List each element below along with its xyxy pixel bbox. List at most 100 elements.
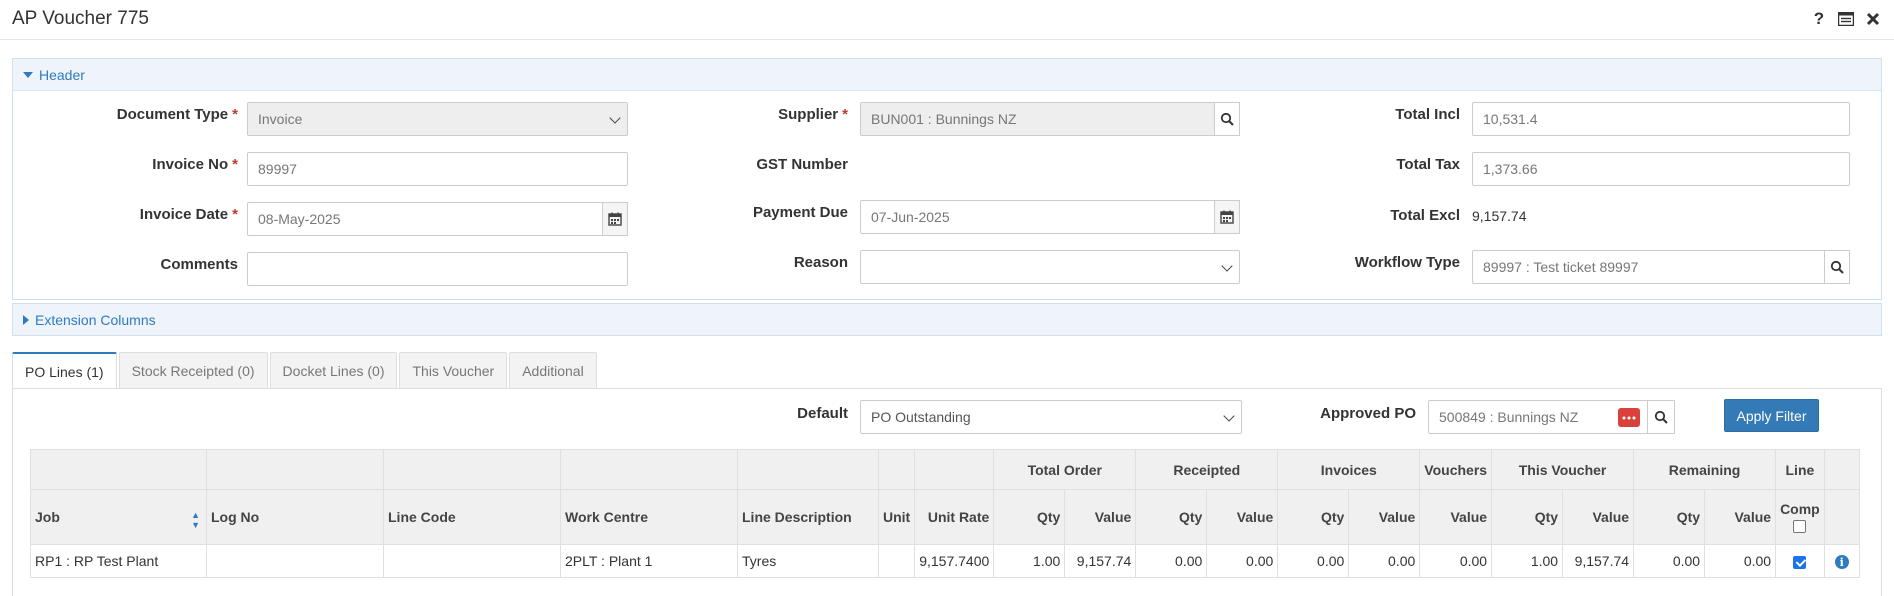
group-header-line: Line [1775, 449, 1825, 490]
close-icon[interactable] [1866, 12, 1884, 26]
group-header-this-voucher: This Voucher [1491, 449, 1635, 490]
document-type-select[interactable]: Invoice [247, 102, 628, 136]
select-all-comp-checkbox[interactable] [1793, 519, 1807, 533]
window-title: AP Voucher 775 [12, 8, 149, 29]
workflow-type-lookup[interactable]: 89997 : Test ticket 89997 [1472, 250, 1850, 284]
column-header-line-comp: Comp [1775, 489, 1825, 545]
approved-po-label: Approved PO [1320, 405, 1416, 422]
line-comp-checkbox[interactable] [1793, 555, 1807, 569]
search-icon[interactable] [1214, 102, 1240, 136]
cell-this-voucher-value[interactable]: 9,157.74 [1562, 544, 1635, 578]
reason-select[interactable] [860, 250, 1240, 284]
table-row[interactable]: RP1 : RP Test Plant 2PLT : Plant 1 Tyres… [30, 544, 1860, 578]
cell-remaining-value: 0.00 [1704, 544, 1777, 578]
comments-label: Comments [160, 256, 238, 273]
default-filter-label: Default [797, 405, 848, 422]
cell-job: RP1 : RP Test Plant [30, 544, 207, 578]
cell-info: i [1823, 544, 1860, 578]
cell-this-voucher-qty[interactable]: 1.00 [1491, 544, 1564, 578]
column-header-invoices-value[interactable]: Value [1348, 489, 1421, 545]
group-header-total-order: Total Order [993, 449, 1137, 490]
document-type-label: Document Type * [116, 106, 238, 123]
group-header-receipted: Receipted [1135, 449, 1279, 490]
info-icon[interactable]: i [1834, 555, 1849, 570]
sort-icon[interactable]: ▲ ▼ [191, 510, 200, 530]
column-header-unit-rate[interactable]: Unit Rate [914, 489, 995, 545]
column-header-this-voucher-value[interactable]: Value [1562, 489, 1635, 545]
group-header-remaining: Remaining [1633, 449, 1777, 490]
extension-columns-toggle[interactable]: Extension Columns [13, 304, 1881, 335]
cell-unit-rate: 9,157.7400 [914, 544, 995, 578]
search-icon[interactable] [1647, 400, 1675, 434]
grid-header-row: Job ▲ ▼ Log No Line Code Work Centre Line … [30, 489, 1860, 545]
group-header-vouchers: Vouchers [1419, 449, 1493, 490]
column-header-unit[interactable]: Unit [877, 489, 916, 545]
column-header-receipted-value[interactable]: Value [1206, 489, 1279, 545]
calendar-icon[interactable] [602, 202, 628, 236]
tab-po-lines[interactable]: PO Lines (1) [12, 352, 117, 389]
invoice-date-input[interactable]: 08-May-2025 [247, 202, 628, 236]
clear-icon[interactable] [1618, 408, 1640, 427]
tab-additional[interactable]: Additional [509, 352, 597, 388]
header-panel-title: Header [39, 66, 85, 83]
help-icon[interactable]: ? [1810, 9, 1828, 29]
column-header-line-description[interactable]: Line Description [737, 489, 879, 545]
cell-line-description: Tyres [737, 544, 879, 578]
cell-invoices-qty: 0.00 [1277, 544, 1350, 578]
extension-columns-panel: Extension Columns [12, 303, 1882, 336]
extension-columns-title: Extension Columns [35, 311, 156, 328]
workflow-type-label: Workflow Type [1354, 254, 1460, 271]
cell-total-order-value: 9,157.74 [1064, 544, 1137, 578]
apply-filter-button[interactable]: Apply Filter [1724, 399, 1819, 432]
column-header-job[interactable]: Job ▲ ▼ [30, 489, 207, 545]
column-header-remaining-value[interactable]: Value [1704, 489, 1777, 545]
cell-work-centre: 2PLT : Plant 1 [560, 544, 738, 578]
total-tax-label: Total Tax [1396, 156, 1460, 173]
column-header-line-code[interactable]: Line Code [383, 489, 561, 545]
window-controls: ? [1810, 9, 1884, 29]
default-filter-select[interactable]: PO Outstanding [860, 400, 1242, 434]
tab-this-voucher[interactable]: This Voucher [399, 352, 508, 388]
cell-line-comp [1775, 544, 1825, 578]
column-header-total-order-value[interactable]: Value [1064, 489, 1137, 545]
total-excl-label: Total Excl [1390, 207, 1460, 224]
cell-remaining-qty: 0.00 [1633, 544, 1706, 578]
column-header-invoices-qty[interactable]: Qty [1277, 489, 1350, 545]
total-incl-input[interactable]: 10,531.4 [1472, 102, 1850, 136]
list-view-icon[interactable] [1838, 12, 1856, 26]
cell-invoices-value: 0.00 [1348, 544, 1421, 578]
supplier-lookup[interactable]: BUN001 : Bunnings NZ [860, 102, 1240, 136]
calendar-icon[interactable] [1214, 200, 1240, 234]
tab-docket-lines[interactable]: Docket Lines (0) [269, 352, 398, 388]
tab-stock-receipted[interactable]: Stock Receipted (0) [118, 352, 268, 388]
caret-right-icon [23, 314, 29, 325]
total-tax-input[interactable]: 1,373.66 [1472, 152, 1850, 186]
column-header-total-order-qty[interactable]: Qty [993, 489, 1066, 545]
cell-log-no [206, 544, 384, 578]
cell-vouchers-value: 0.00 [1419, 544, 1493, 578]
window-titlebar: AP Voucher 775 ? [0, 0, 1894, 40]
header-panel-toggle[interactable]: Header [13, 59, 1881, 91]
chevron-down-icon [1223, 410, 1235, 422]
po-lines-grid: Total Order Receipted Invoices Vouchers … [30, 449, 1860, 578]
column-header-vouchers-value[interactable]: Value [1419, 489, 1493, 545]
column-header-receipted-qty[interactable]: Qty [1135, 489, 1208, 545]
comments-textarea[interactable] [247, 252, 628, 286]
cell-receipted-value: 0.00 [1206, 544, 1279, 578]
cell-unit [877, 544, 916, 578]
reason-label: Reason [793, 254, 848, 271]
approved-po-lookup[interactable]: 500849 : Bunnings NZ [1428, 400, 1675, 434]
column-header-remaining-qty[interactable]: Qty [1633, 489, 1706, 545]
payment-due-input[interactable]: 07-Jun-2025 [860, 200, 1240, 234]
invoice-no-input[interactable]: 89997 [247, 152, 628, 186]
caret-down-icon [23, 71, 33, 78]
column-header-work-centre[interactable]: Work Centre [560, 489, 738, 545]
column-header-this-voucher-qty[interactable]: Qty [1491, 489, 1564, 545]
cell-total-order-qty: 1.00 [993, 544, 1066, 578]
search-icon[interactable] [1824, 250, 1850, 284]
total-incl-label: Total Incl [1395, 106, 1460, 123]
group-header-invoices: Invoices [1277, 449, 1421, 490]
chevron-down-icon [1221, 260, 1233, 272]
column-header-log-no[interactable]: Log No [206, 489, 384, 545]
chevron-down-icon [609, 112, 621, 124]
